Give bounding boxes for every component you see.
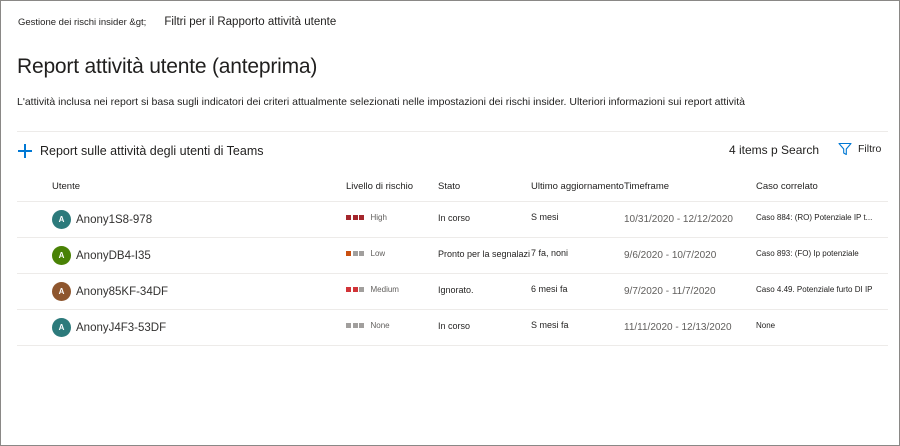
related-case-text: Caso 884: (RO) Potenziale IP t... [756, 213, 873, 222]
status-text: In corso [438, 321, 471, 331]
filter-button[interactable]: Filtro [838, 142, 881, 156]
timeframe-text: 10/31/2020 - 12/12/2020 [624, 214, 733, 225]
breadcrumb-root-link[interactable]: Gestione dei rischi insider &gt; [18, 17, 146, 28]
risk-level-label: Medium [370, 285, 399, 294]
risk-bar [359, 215, 364, 220]
timeframe-text: 11/11/2020 - 12/13/2020 [624, 322, 732, 333]
risk-bar [359, 287, 364, 292]
related-case-text: None [756, 321, 776, 330]
last-updated-text: 6 mesi fa [531, 284, 568, 294]
add-teams-report-label: Report sulle attività degli utenti di Te… [40, 144, 264, 158]
toolbar: Report sulle attività degli utenti di Te… [17, 140, 888, 162]
risk-bar [352, 323, 358, 328]
risk-level-bars [346, 323, 366, 328]
risk-bar [346, 251, 351, 256]
risk-level: High [346, 213, 387, 222]
related-case-text: Caso 893: (FO) Ip potenziale [756, 249, 859, 258]
risk-level: None [346, 321, 390, 330]
risk-level: Low [346, 249, 385, 258]
table-row[interactable]: A AnonyJ4F3-53DF None In corso S mesi fa 11/1… [17, 310, 888, 346]
risk-bar [359, 251, 364, 256]
risk-bar [346, 215, 351, 220]
risk-bar [346, 323, 351, 328]
last-updated-text: 7 fa, noni [531, 248, 569, 258]
user-name[interactable]: Anony85KF-34DF [76, 286, 168, 298]
risk-level-label: None [370, 321, 390, 330]
funnel-icon [838, 142, 852, 156]
add-teams-report-button[interactable]: Report sulle attività degli utenti di Te… [17, 140, 264, 162]
timeframe-text: 9/7/2020 - 11/7/2020 [624, 286, 716, 297]
risk-level-bars [346, 215, 366, 220]
column-header-risk[interactable]: Livello di rischio [346, 181, 413, 192]
items-search-info[interactable]: 4 items p Search [729, 143, 819, 157]
avatar: A [52, 210, 71, 229]
column-header-status[interactable]: Stato [438, 181, 460, 192]
filter-label: Filtro [858, 143, 882, 155]
status-text: Pronto per la segnalazione [438, 249, 530, 259]
risk-bar [359, 323, 364, 328]
risk-level: Medium [346, 285, 399, 294]
status-text: In corso [438, 213, 471, 223]
page-title: Report attività utente (anteprima) [17, 55, 318, 78]
table-body: A Anony1S8-978 High In corso S mesi 10/31/202… [17, 202, 888, 346]
divider [17, 131, 888, 132]
timeframe-text: 9/6/2020 - 10/7/2020 [624, 250, 717, 261]
risk-level-bars [346, 251, 366, 256]
risk-level-label: High [370, 213, 387, 222]
avatar: A [52, 282, 71, 301]
related-case-text: Caso 4.49. Potenziale furto DI IP [756, 285, 873, 294]
breadcrumb-current: Filtri per il Rapporto attività utente [164, 16, 337, 28]
plus-icon [17, 143, 33, 159]
risk-bar [346, 287, 351, 292]
risk-bar [352, 215, 358, 220]
table-header: Utente Livello di rischio Stato Ultimo a… [17, 172, 888, 202]
column-header-case[interactable]: Caso correlato [756, 181, 818, 192]
page-description: L'attività inclusa nei report si basa su… [17, 96, 746, 108]
user-name[interactable]: AnonyDB4-I35 [76, 250, 151, 262]
table-row[interactable]: A AnonyDB4-I35 Low Pronto per la segnalazio… [17, 238, 888, 274]
table-row[interactable]: A Anony85KF-34DF Medium Ignorato. 6 mesi fa 9… [17, 274, 888, 310]
last-updated-text: S mesi fa [531, 320, 569, 330]
activity-table: Utente Livello di rischio Stato Ultimo a… [17, 172, 888, 346]
risk-bar [352, 287, 358, 292]
last-updated-text: S mesi [531, 212, 559, 222]
column-header-updated[interactable]: Ultimo aggiornamento [531, 181, 624, 192]
avatar: A [52, 246, 71, 265]
table-row[interactable]: A Anony1S8-978 High In corso S mesi 10/31/202… [17, 202, 888, 238]
column-header-timeframe[interactable]: Timeframe [624, 181, 669, 192]
risk-level-label: Low [370, 249, 386, 258]
risk-bar [352, 251, 358, 256]
avatar: A [52, 318, 71, 337]
risk-level-bars [346, 287, 366, 292]
column-header-user[interactable]: Utente [52, 181, 80, 192]
user-name[interactable]: Anony1S8-978 [76, 214, 152, 226]
user-name[interactable]: AnonyJ4F3-53DF [76, 322, 166, 334]
status-text: Ignorato. [438, 285, 474, 295]
breadcrumb: Gestione dei rischi insider &gt; Filtri … [18, 14, 336, 30]
